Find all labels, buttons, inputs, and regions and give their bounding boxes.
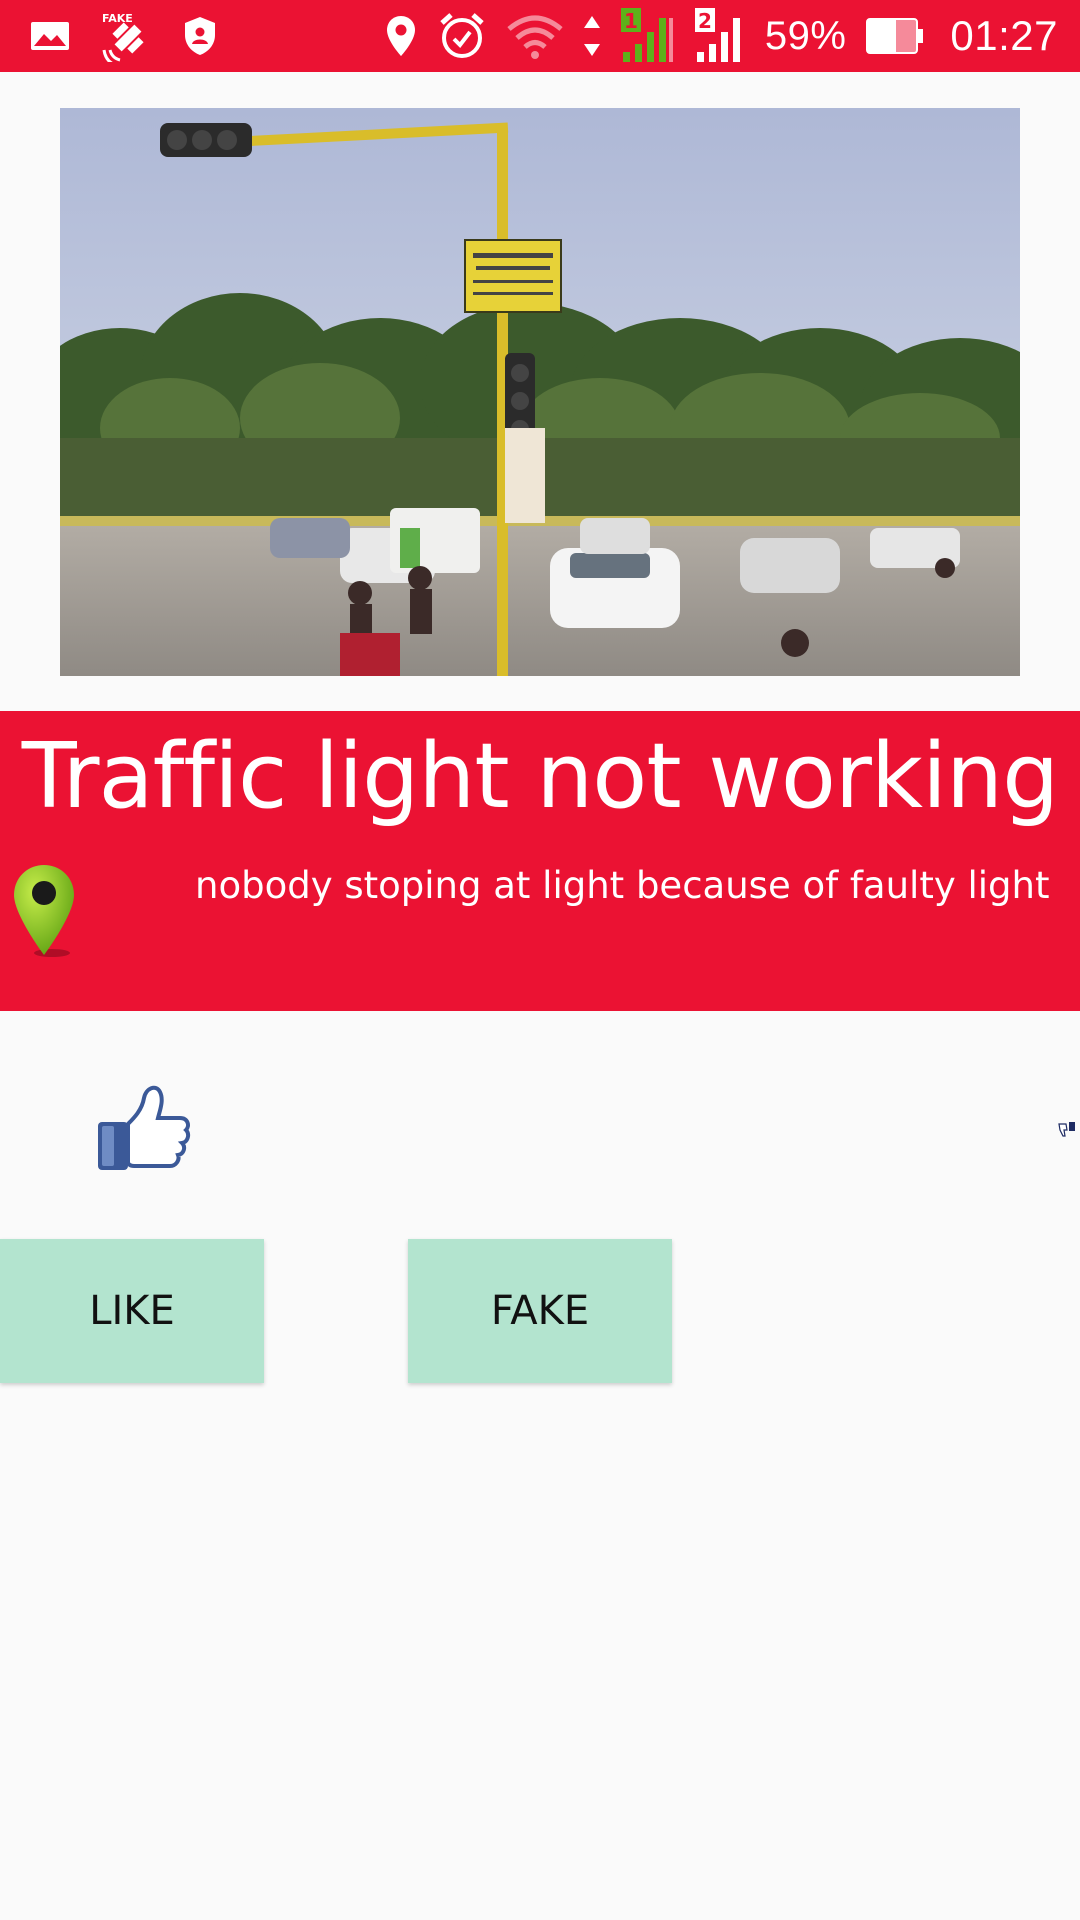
sim1-signal-icon: 1 — [620, 6, 675, 66]
location-pin-icon — [385, 6, 417, 66]
clock: 01:27 — [950, 12, 1058, 59]
alarm-icon — [437, 6, 487, 66]
data-arrows-icon — [583, 6, 601, 66]
report-info-panel: Traffic light not working nobody stoping… — [0, 711, 1080, 1011]
like-button[interactable]: LIKE — [0, 1239, 264, 1383]
sim1-label: 1 — [624, 9, 638, 33]
sim2-signal-icon: 2 — [694, 6, 749, 66]
security-shield-icon — [182, 6, 218, 66]
sim2-label: 2 — [698, 9, 712, 33]
report-title: Traffic light not working — [21, 724, 1059, 829]
thumbs-up-icon[interactable] — [94, 1084, 192, 1176]
battery-icon — [866, 6, 924, 66]
gallery-icon — [30, 6, 70, 66]
fake-gps-icon: FAKE — [100, 6, 152, 66]
wifi-icon — [507, 6, 563, 66]
thumbs-down-icon[interactable] — [1057, 1120, 1077, 1140]
fake-gps-label: FAKE — [102, 12, 133, 25]
green-map-marker-icon[interactable] — [12, 863, 76, 959]
battery-percent: 59% — [764, 13, 847, 58]
fake-button[interactable]: FAKE — [408, 1239, 672, 1383]
traffic-intersection-photo — [60, 108, 1020, 676]
status-bar-left: FAKE — [30, 6, 248, 66]
status-bar: FAKE 1 2 59% 01:27 — [0, 0, 1080, 72]
status-bar-right: 1 2 59% 01:27 — [365, 6, 1058, 66]
report-description: nobody stoping at light because of fault… — [195, 864, 1050, 907]
